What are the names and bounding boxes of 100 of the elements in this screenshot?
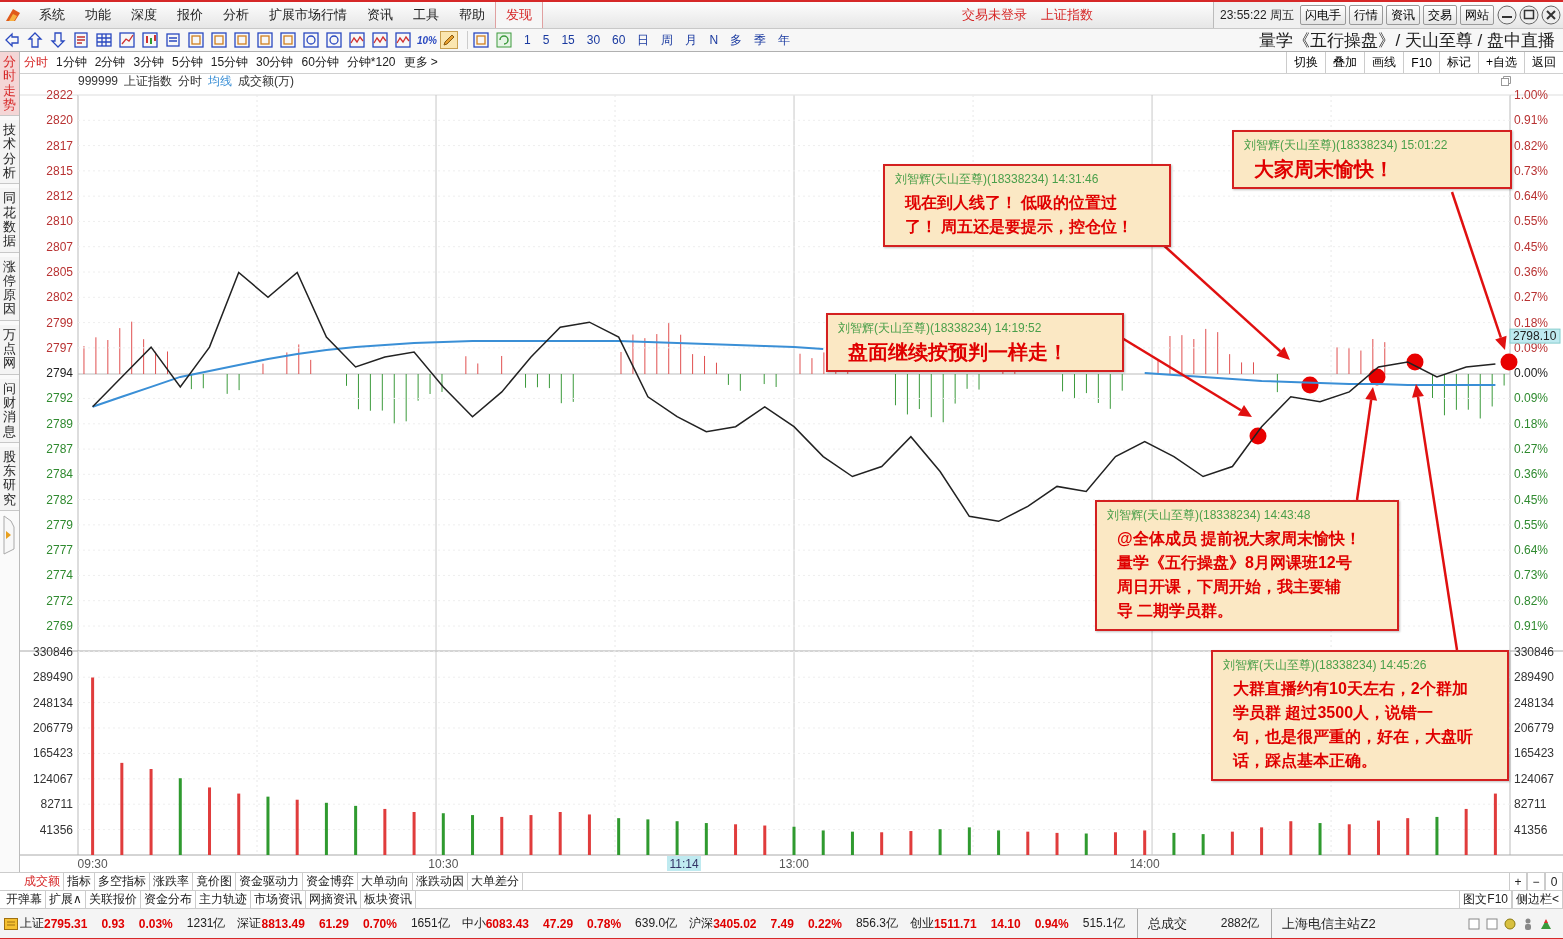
side-tab[interactable]: 股东研究 — [0, 446, 19, 511]
info-tab[interactable]: 扩展∧ — [46, 891, 86, 908]
menu-icon[interactable] — [4, 917, 18, 930]
status-notice: 交易未登录 — [962, 6, 1028, 24]
zoom-button[interactable]: − — [1527, 873, 1545, 890]
side-tab[interactable]: 同花数据 — [0, 188, 19, 253]
period-button[interactable]: 1 — [518, 33, 537, 47]
period-tab[interactable]: 15分钟 — [206, 54, 253, 71]
volume-axis-label: 248134 — [32, 695, 73, 710]
period-button[interactable]: N — [703, 33, 725, 47]
panel-link[interactable]: 图文F10 — [1459, 891, 1512, 908]
period-tab[interactable]: 1分钟 — [52, 54, 91, 71]
square-icon[interactable] — [210, 31, 228, 49]
period-tab[interactable]: 60分钟 — [297, 54, 343, 71]
down-arrow-icon[interactable] — [49, 31, 67, 49]
menu-item[interactable]: 帮助 — [449, 6, 495, 24]
period-button[interactable]: 5 — [536, 33, 556, 47]
square-icon[interactable] — [187, 31, 205, 49]
top-button[interactable]: 行情 — [1349, 5, 1383, 25]
indicator-tab[interactable]: 成交额 — [21, 873, 64, 890]
indicator-tab[interactable]: 大单动向 — [358, 873, 413, 890]
zoom-button[interactable]: + — [1509, 873, 1527, 890]
period-button[interactable]: 多 — [724, 31, 749, 49]
index-amount: 1231亿 — [186, 915, 226, 932]
indicator-tab[interactable]: 涨跌动因 — [413, 873, 468, 890]
indicator-tab[interactable]: 大单差分 — [468, 873, 523, 890]
volume-bar — [295, 799, 299, 855]
app-logo — [5, 7, 21, 23]
square-icon[interactable] — [233, 31, 251, 49]
period-tab[interactable]: 2分钟 — [90, 54, 130, 71]
indicator-tab[interactable]: 资金驱动力 — [236, 873, 303, 890]
volume-bar — [821, 830, 825, 855]
side-tab[interactable]: 涨停原因 — [0, 256, 19, 321]
panel-link[interactable]: 侧边栏< — [1512, 891, 1563, 908]
volume-bar — [734, 824, 738, 855]
left-arrow-icon[interactable] — [3, 31, 21, 49]
period-tab[interactable]: 3分钟 — [129, 54, 169, 71]
top-button[interactable]: 交易 — [1423, 5, 1457, 25]
indicator-tab[interactable]: 多空指标 — [95, 873, 150, 890]
indicator-tab[interactable]: 竟价图 — [193, 873, 236, 890]
period-button[interactable]: 30 — [580, 33, 607, 47]
restore-icon[interactable] — [1501, 76, 1511, 86]
period-tab[interactable]: 分时 — [20, 54, 52, 71]
server-name: 上海电信主站Z2 — [1271, 909, 1386, 938]
period-button[interactable]: 周 — [655, 31, 680, 49]
indicator-tab[interactable]: 资金博弈 — [303, 873, 358, 890]
side-tab[interactable]: 万点网 — [0, 324, 19, 375]
top-button[interactable]: 闪电手 — [1300, 5, 1346, 25]
square-icon[interactable] — [256, 31, 274, 49]
period-button[interactable]: 15 — [555, 33, 581, 47]
percent-button[interactable]: 10% — [417, 34, 437, 46]
menu-item[interactable]: 深度 — [121, 6, 167, 24]
pencil-icon[interactable] — [440, 31, 458, 49]
period-button[interactable]: 季 — [748, 31, 773, 49]
period-tab[interactable]: 分钟*120 — [342, 54, 400, 71]
period-button[interactable]: 60 — [606, 33, 632, 47]
indicator-tab[interactable]: 指标 — [64, 873, 95, 890]
price-axis-label: 2817 — [46, 138, 73, 153]
menu-item[interactable]: 功能 — [75, 6, 121, 24]
up-arrow-icon[interactable] — [26, 31, 44, 49]
wave-icon[interactable] — [348, 31, 366, 49]
top-button[interactable]: 网站 — [1460, 5, 1494, 25]
discover-tab[interactable]: 发现 — [495, 2, 543, 28]
report-icon[interactable] — [72, 31, 90, 49]
zoom-button[interactable]: 0 — [1545, 873, 1563, 890]
wave-icon[interactable] — [394, 31, 412, 49]
percent-axis-label: 0.64% — [1514, 189, 1549, 204]
period-button[interactable]: 月 — [679, 31, 704, 49]
marker-dot — [1406, 353, 1424, 371]
period-tab[interactable]: 30分钟 — [252, 54, 298, 71]
menu-item[interactable]: 资讯 — [357, 6, 403, 24]
indicator-tab[interactable]: 涨跌率 — [150, 873, 193, 890]
menu-item[interactable]: 扩展市场行情 — [259, 6, 357, 24]
menu-item[interactable]: 分析 — [213, 6, 259, 24]
info-tab[interactable]: 开弹幕 — [3, 891, 46, 908]
menu-item[interactable]: 系统 — [29, 6, 75, 24]
minimize-icon[interactable] — [1497, 5, 1517, 25]
annotation-line: 了！ 周五还是要提示，控仓位！ — [905, 217, 1134, 237]
period-tab[interactable]: 更多 > — [399, 54, 442, 71]
square-icon[interactable] — [279, 31, 297, 49]
side-tab[interactable]: 问财消息 — [0, 378, 19, 443]
candlestick-icon[interactable] — [141, 31, 159, 49]
side-tab[interactable]: 分时走势 — [0, 52, 19, 117]
index-name: 创业 — [909, 915, 934, 932]
close-icon[interactable] — [1541, 5, 1561, 25]
index-name: 深证 — [237, 915, 262, 932]
side-tab[interactable]: 技术分析 — [0, 120, 19, 185]
table-icon[interactable] — [95, 31, 113, 49]
period-button[interactable]: 年 — [772, 31, 797, 49]
maximize-icon[interactable] — [1519, 5, 1539, 25]
period-tab[interactable]: 5分钟 — [168, 54, 207, 71]
menu-item[interactable]: 工具 — [403, 6, 449, 24]
period-button[interactable]: 日 — [631, 31, 656, 49]
menu-item[interactable]: 报价 — [167, 6, 213, 24]
expand-handle-icon[interactable] — [3, 515, 15, 555]
line-chart-icon[interactable] — [118, 31, 136, 49]
top-button[interactable]: 资讯 — [1386, 5, 1420, 25]
wave-icon[interactable] — [371, 31, 389, 49]
square-icon[interactable] — [472, 31, 490, 49]
index-name: 沪深 — [689, 915, 714, 932]
